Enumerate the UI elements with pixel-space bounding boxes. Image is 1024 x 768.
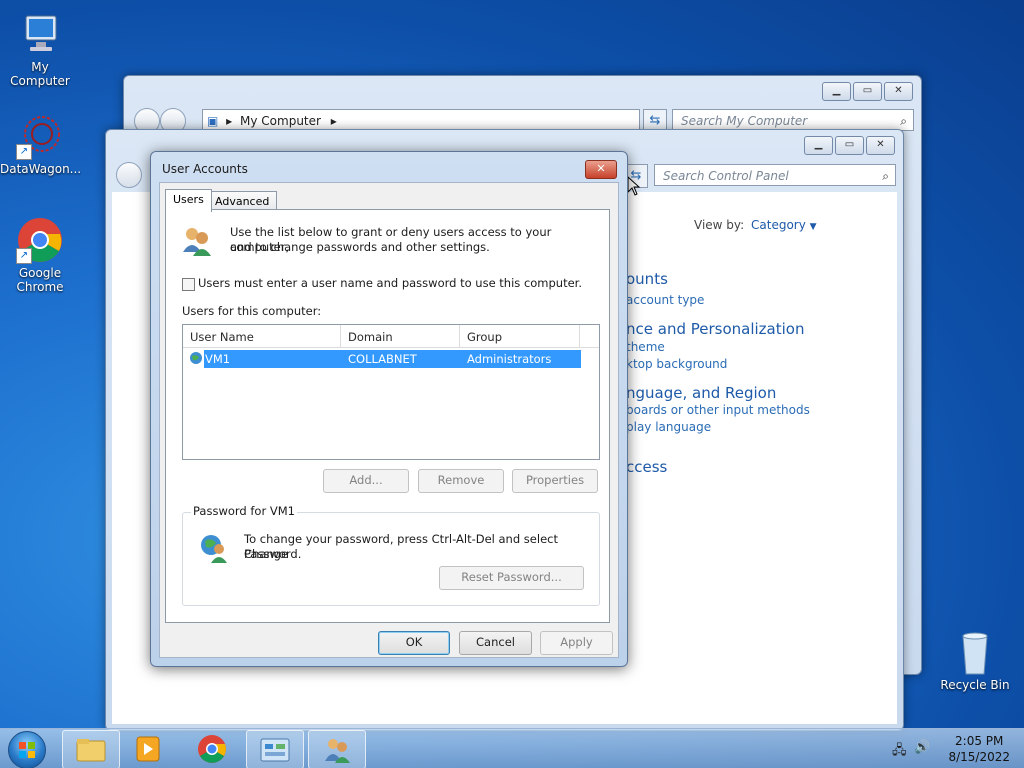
media-player-icon <box>136 736 160 762</box>
search-icon: ⌕ <box>882 169 889 183</box>
close-button[interactable]: ✕ <box>884 82 913 101</box>
cell-domain: COLLABNET <box>348 352 417 366</box>
mouse-cursor-icon <box>627 176 641 196</box>
control-panel-caption-buttons: ▁ ▭ ✕ <box>804 136 895 155</box>
column-header-domain[interactable]: Domain <box>341 325 460 347</box>
category-link[interactable]: theme <box>626 340 665 354</box>
explorer-search-input[interactable]: Search My Computer ⌕ <box>672 109 914 131</box>
category-ease-of-access[interactable]: ccess <box>626 458 667 476</box>
user-accounts-dialog[interactable]: User Accounts ✕ Users Advanced Use the l… <box>150 151 628 667</box>
breadcrumb-arrow-icon: ▸ <box>330 114 337 128</box>
intro-text-line2: and to change passwords and other settin… <box>230 240 490 254</box>
table-row[interactable]: VM1 COLLABNET Administrators <box>189 350 581 368</box>
control-panel-search-input[interactable]: Search Control Panel ⌕ <box>654 164 896 186</box>
minimize-button[interactable]: ▁ <box>804 136 833 155</box>
category-clock-language[interactable]: nguage, and Region <box>626 384 776 402</box>
cell-user-name: VM1 <box>205 352 231 366</box>
require-password-label[interactable]: Users must enter a user name and passwor… <box>198 276 582 291</box>
address-text: My Computer <box>240 114 321 128</box>
recycle-bin-icon <box>951 628 999 676</box>
ok-button[interactable]: OK <box>378 631 450 655</box>
taskbar-media-player-button[interactable] <box>120 730 176 767</box>
users-for-computer-label: Users for this computer: <box>182 304 322 318</box>
desktop-icon-my-computer[interactable]: My Computer <box>0 10 80 88</box>
desktop-icon-recycle-bin[interactable]: Recycle Bin <box>935 628 1015 692</box>
taskbar-control-panel-button[interactable] <box>246 730 304 768</box>
column-header-user-name[interactable]: User Name <box>183 325 341 347</box>
system-clock[interactable]: 2:05 PM 8/15/2022 <box>948 733 1010 765</box>
users-list[interactable]: User Name Domain Group VM1 COLLABNET Adm… <box>182 324 600 460</box>
control-panel-icon <box>260 738 290 762</box>
chrome-icon <box>198 735 226 763</box>
explorer-caption-buttons: ▁ ▭ ✕ <box>822 82 913 101</box>
windows-logo-icon <box>19 742 35 758</box>
computer-icon <box>16 10 64 58</box>
search-icon: ⌕ <box>900 114 907 128</box>
close-button[interactable]: ✕ <box>866 136 895 155</box>
computer-small-icon: ▣ <box>207 114 219 128</box>
user-globe-icon <box>189 350 205 371</box>
tab-users[interactable]: Users <box>165 189 212 212</box>
category-user-accounts[interactable]: ounts <box>626 270 668 288</box>
users-list-header: User Name Domain Group <box>183 325 599 348</box>
minimize-button[interactable]: ▁ <box>822 82 851 101</box>
desktop-icon-datawagon[interactable]: ↗ DataWagon... <box>0 112 82 176</box>
desktop-icon-label: My Computer <box>10 60 70 88</box>
password-group-title: Password for VM1 <box>191 504 297 518</box>
network-icon[interactable]: 🖧 <box>892 741 907 763</box>
clock-date: 8/15/2022 <box>948 750 1010 764</box>
view-by-dropdown[interactable]: Category ▼ <box>751 218 817 232</box>
desktop-icon-label: DataWagon... <box>0 162 82 176</box>
category-appearance[interactable]: nce and Personalization <box>626 320 804 338</box>
shortcut-arrow-icon: ↗ <box>16 144 32 160</box>
category-link[interactable]: account type <box>626 293 704 307</box>
dialog-title: User Accounts <box>162 162 248 176</box>
reset-password-button[interactable]: Reset Password... <box>439 566 584 590</box>
chevron-down-icon: ▼ <box>809 222 817 232</box>
users-icon <box>180 224 214 261</box>
require-password-checkbox[interactable] <box>182 278 195 291</box>
cell-group: Administrators <box>467 352 552 366</box>
category-link[interactable]: ktop background <box>626 357 727 371</box>
maximize-button[interactable]: ▭ <box>835 136 864 155</box>
cancel-button[interactable]: Cancel <box>459 631 532 655</box>
maximize-button[interactable]: ▭ <box>853 82 882 101</box>
desktop-icon-label: Google Chrome <box>16 266 64 294</box>
column-header-group[interactable]: Group <box>460 325 580 347</box>
taskbar-explorer-button[interactable] <box>62 730 120 768</box>
desktop-icon-google-chrome[interactable]: ↗ Google Chrome <box>0 216 80 294</box>
folder-icon <box>76 739 106 762</box>
start-button[interactable] <box>8 731 46 768</box>
volume-icon[interactable]: 🔊 <box>914 740 930 755</box>
apply-button[interactable]: Apply <box>540 631 613 655</box>
chrome-icon: ↗ <box>16 216 64 264</box>
properties-button[interactable]: Properties <box>512 469 598 493</box>
breadcrumb-arrow-icon: ▸ <box>226 114 233 128</box>
back-button[interactable] <box>116 162 142 188</box>
remove-button[interactable]: Remove <box>418 469 504 493</box>
users-icon <box>325 739 350 763</box>
password-text-line2: Password. <box>244 547 302 561</box>
category-link[interactable]: play language <box>626 420 711 434</box>
dialog-body: Users Advanced Use the list below to gra… <box>159 182 619 658</box>
user-password-icon <box>197 531 231 568</box>
clock-time: 2:05 PM <box>955 734 1004 748</box>
shortcut-arrow-icon: ↗ <box>16 248 32 264</box>
taskbar: 🖧 🔊 2:05 PM 8/15/2022 <box>0 728 1024 768</box>
view-by-label: View by: <box>694 218 745 232</box>
dialog-close-button[interactable]: ✕ <box>585 160 617 179</box>
datawagon-icon: ↗ <box>16 112 64 160</box>
desktop-icon-label: Recycle Bin <box>940 678 1010 692</box>
category-link[interactable]: boards or other input methods <box>626 403 810 417</box>
add-button[interactable]: Add... <box>323 469 409 493</box>
users-tab-pane: Use the list below to grant or deny user… <box>165 209 610 623</box>
password-groupbox: Password for VM1 To change your password… <box>182 504 600 606</box>
taskbar-user-accounts-button[interactable] <box>308 730 366 768</box>
taskbar-chrome-button[interactable] <box>184 730 240 767</box>
